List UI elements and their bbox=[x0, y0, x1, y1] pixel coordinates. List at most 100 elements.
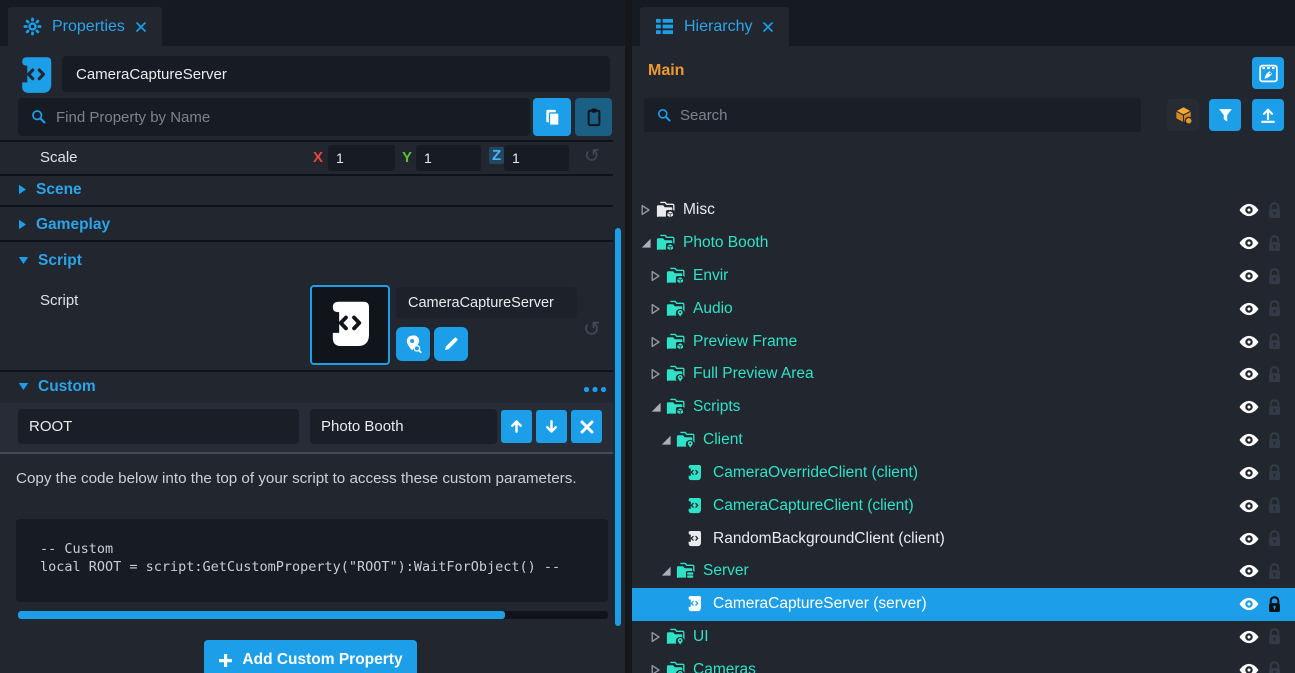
networked-filter-button[interactable] bbox=[1167, 99, 1199, 131]
custom-property-name-input[interactable] bbox=[18, 409, 299, 444]
expand-arrow-icon[interactable] bbox=[660, 565, 673, 577]
add-custom-property-button[interactable]: Add Custom Property bbox=[204, 640, 417, 673]
visibility-eye-icon[interactable] bbox=[1239, 203, 1259, 217]
lock-icon[interactable] bbox=[1267, 596, 1282, 613]
visibility-eye-icon[interactable] bbox=[1239, 564, 1259, 578]
scene-preview-button[interactable] bbox=[1252, 57, 1284, 89]
hierarchy-row[interactable]: Preview Frame bbox=[632, 325, 1295, 358]
visibility-eye-icon[interactable] bbox=[1239, 367, 1259, 381]
add-custom-property-label: Add Custom Property bbox=[242, 651, 402, 669]
reset-script-icon[interactable]: ↺ bbox=[583, 319, 601, 340]
visibility-eye-icon[interactable] bbox=[1239, 302, 1259, 316]
lock-icon[interactable] bbox=[1267, 399, 1282, 416]
visibility-eye-icon[interactable] bbox=[1239, 400, 1259, 414]
expand-arrow-icon[interactable] bbox=[650, 303, 663, 315]
hierarchy-row[interactable]: Misc bbox=[632, 194, 1295, 227]
search-icon bbox=[656, 107, 672, 128]
visibility-eye-icon[interactable] bbox=[1239, 269, 1259, 283]
visibility-eye-icon[interactable] bbox=[1239, 335, 1259, 349]
export-button[interactable] bbox=[1252, 99, 1284, 131]
lock-icon[interactable] bbox=[1267, 268, 1282, 285]
expand-arrow-icon[interactable] bbox=[650, 664, 663, 673]
close-icon[interactable] bbox=[135, 21, 147, 33]
hierarchy-row[interactable]: UI bbox=[632, 621, 1295, 654]
row-label: Photo Booth bbox=[683, 234, 768, 252]
object-name-input[interactable] bbox=[62, 56, 610, 92]
expand-arrow-icon[interactable] bbox=[650, 368, 663, 380]
vertical-scrollbar-thumb[interactable] bbox=[615, 228, 621, 626]
find-script-button[interactable] bbox=[396, 327, 430, 361]
horizontal-scrollbar-track[interactable] bbox=[18, 611, 608, 619]
hierarchy-row[interactable]: Cameras bbox=[632, 653, 1295, 673]
hierarchy-row[interactable]: CameraCaptureServer (server) bbox=[632, 588, 1295, 621]
lock-icon[interactable] bbox=[1267, 300, 1282, 317]
hierarchy-row[interactable]: Envir bbox=[632, 260, 1295, 293]
expand-arrow-icon[interactable] bbox=[650, 401, 663, 413]
hierarchy-row[interactable]: Full Preview Area bbox=[632, 358, 1295, 391]
hierarchy-row[interactable]: Client bbox=[632, 424, 1295, 457]
lock-icon[interactable] bbox=[1267, 464, 1282, 481]
expand-arrow-icon[interactable] bbox=[660, 434, 673, 446]
visibility-eye-icon[interactable] bbox=[1239, 236, 1259, 250]
expand-arrow-icon[interactable] bbox=[650, 631, 663, 643]
hierarchy-row[interactable]: RandomBackgroundClient (client) bbox=[632, 522, 1295, 555]
lock-icon[interactable] bbox=[1267, 563, 1282, 580]
more-options-icon[interactable] bbox=[583, 380, 607, 398]
hierarchy-row[interactable]: Photo Booth bbox=[632, 227, 1295, 260]
section-scene[interactable]: Scene bbox=[0, 174, 613, 207]
expand-arrow-icon[interactable] bbox=[650, 336, 663, 348]
arrow-down-icon bbox=[544, 419, 559, 434]
move-down-button[interactable] bbox=[536, 410, 567, 443]
row-label: Preview Frame bbox=[693, 333, 797, 351]
hierarchy-row[interactable]: Server bbox=[632, 555, 1295, 588]
visibility-eye-icon[interactable] bbox=[1239, 466, 1259, 480]
visibility-eye-icon[interactable] bbox=[1239, 663, 1259, 673]
scale-z-input[interactable] bbox=[504, 145, 569, 171]
row-label: Misc bbox=[683, 201, 715, 219]
close-icon[interactable] bbox=[762, 21, 774, 33]
expand-arrow-icon[interactable] bbox=[640, 237, 653, 249]
hierarchy-row[interactable]: Scripts bbox=[632, 391, 1295, 424]
tab-hierarchy[interactable]: Hierarchy bbox=[640, 7, 789, 46]
lock-icon[interactable] bbox=[1267, 497, 1282, 514]
visibility-eye-icon[interactable] bbox=[1239, 532, 1259, 546]
hierarchy-row[interactable]: CameraCaptureClient (client) bbox=[632, 489, 1295, 522]
hierarchy-search-input[interactable] bbox=[644, 98, 1141, 132]
script-thumbnail[interactable] bbox=[310, 285, 390, 365]
lock-icon[interactable] bbox=[1267, 661, 1282, 673]
lock-icon[interactable] bbox=[1267, 202, 1282, 219]
script-reference-input[interactable] bbox=[396, 287, 577, 318]
tab-properties[interactable]: Properties bbox=[8, 7, 162, 46]
reset-scale-icon[interactable]: ↺ bbox=[584, 147, 600, 166]
scale-y-input[interactable] bbox=[416, 145, 481, 171]
lock-icon[interactable] bbox=[1267, 366, 1282, 383]
custom-property-value-input[interactable] bbox=[310, 409, 497, 444]
paste-properties-button[interactable] bbox=[575, 98, 612, 136]
move-up-button[interactable] bbox=[501, 410, 532, 443]
delete-custom-property-button[interactable] bbox=[571, 410, 602, 443]
lock-icon[interactable] bbox=[1267, 530, 1282, 547]
visibility-eye-icon[interactable] bbox=[1239, 630, 1259, 644]
copy-properties-button[interactable] bbox=[533, 98, 571, 136]
hierarchy-row[interactable]: CameraOverrideClient (client) bbox=[632, 457, 1295, 490]
section-custom[interactable]: Custom bbox=[0, 370, 613, 403]
lock-icon[interactable] bbox=[1267, 628, 1282, 645]
expand-arrow-icon[interactable] bbox=[640, 204, 653, 216]
visibility-eye-icon[interactable] bbox=[1239, 499, 1259, 513]
expand-arrow-icon[interactable] bbox=[650, 270, 663, 282]
row-type-icon bbox=[666, 267, 686, 285]
hierarchy-row[interactable]: Audio bbox=[632, 292, 1295, 325]
lock-icon[interactable] bbox=[1267, 235, 1282, 252]
visibility-eye-icon[interactable] bbox=[1239, 597, 1259, 611]
visibility-eye-icon[interactable] bbox=[1239, 433, 1259, 447]
section-script[interactable]: Script bbox=[0, 244, 613, 277]
lock-icon[interactable] bbox=[1267, 333, 1282, 350]
gear-icon bbox=[23, 17, 42, 36]
property-search-input[interactable] bbox=[18, 98, 530, 136]
scale-x-input[interactable] bbox=[328, 145, 395, 171]
lock-icon[interactable] bbox=[1267, 432, 1282, 449]
filter-button[interactable] bbox=[1209, 99, 1241, 131]
section-gameplay[interactable]: Gameplay bbox=[0, 209, 613, 242]
horizontal-scrollbar-thumb[interactable] bbox=[18, 611, 505, 619]
edit-script-button[interactable] bbox=[434, 327, 468, 361]
